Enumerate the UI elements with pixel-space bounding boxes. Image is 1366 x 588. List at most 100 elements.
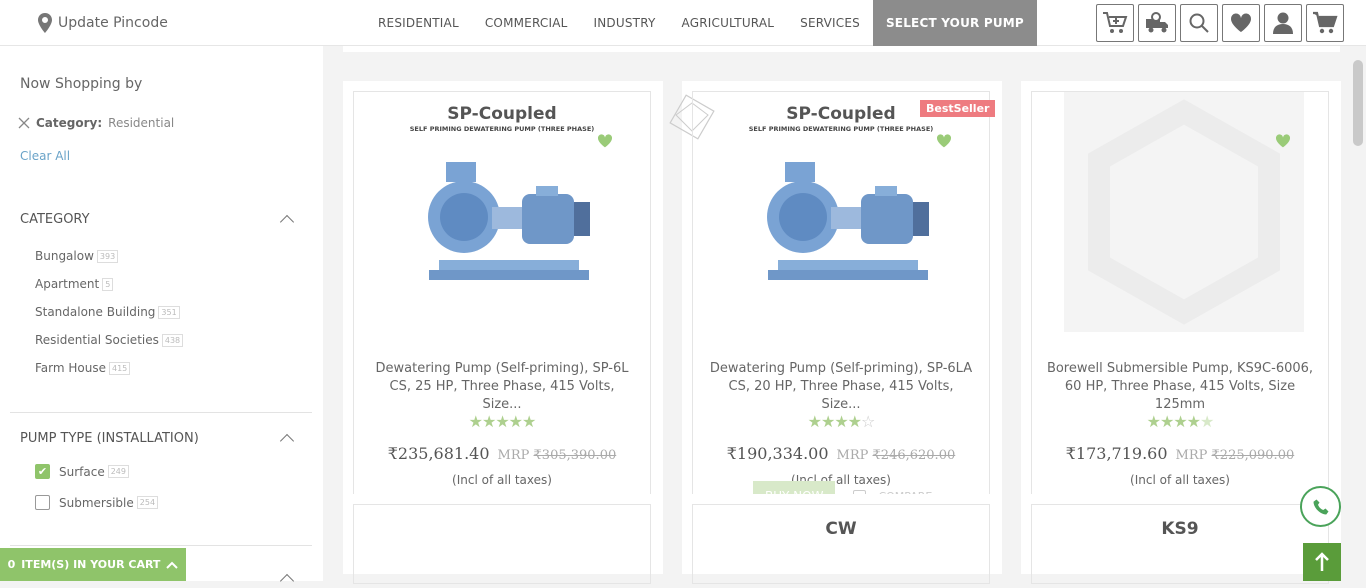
call-button[interactable] <box>1300 486 1341 527</box>
nav-services[interactable]: SERVICES <box>787 0 873 46</box>
price-row: ₹235,681.40 MRP ₹305,390.00 <box>354 444 650 463</box>
pincode-label: Update Pincode <box>58 15 168 31</box>
divider <box>10 412 312 413</box>
toolbar-strip <box>343 46 1340 52</box>
wishlist-button[interactable] <box>1222 4 1260 42</box>
mrp-label: MRP <box>1175 448 1208 463</box>
cart-button[interactable] <box>1306 4 1344 42</box>
back-to-top-button[interactable] <box>1303 543 1341 581</box>
clear-all-link[interactable]: Clear All <box>20 149 70 163</box>
product-subtitle: SELF PRIMING DEWATERING PUMP (THREE PHAS… <box>409 125 595 133</box>
product-name[interactable]: Borewell Submersible Pump, KS9C-6006, 60 … <box>1032 360 1328 414</box>
product-image[interactable] <box>424 162 594 292</box>
product-name-line: 60 HP, Three Phase, 415 Volts, Size 125m… <box>1064 379 1296 412</box>
cart-summary-bar[interactable]: 0 ITEM(S) IN YOUR CART <box>0 548 186 581</box>
wishlist-heart-icon[interactable] <box>936 134 952 148</box>
filter-sidebar: Now Shopping by Category: Residential Cl… <box>0 46 323 588</box>
category-label: Bungalow <box>35 249 94 263</box>
rating-stars: ★★★★☆ <box>807 412 876 431</box>
rating-stars: ★★★★★ <box>468 412 537 431</box>
product-card[interactable]: CW <box>682 494 1002 584</box>
product-subtitle: SELF PRIMING DEWATERING PUMP (THREE PHAS… <box>748 125 934 133</box>
category-count: 438 <box>161 333 184 347</box>
active-filter-value: Residential <box>108 116 175 130</box>
nav-agricultural[interactable]: AGRICULTURAL <box>669 0 788 46</box>
site-header: Update Pincode RESIDENTIAL COMMERCIAL IN… <box>0 0 1366 46</box>
price: ₹173,719.60 <box>1065 444 1168 463</box>
chevron-up-icon <box>279 214 295 230</box>
pump-type-count: 249 <box>107 465 129 478</box>
nav-residential[interactable]: RESIDENTIAL <box>365 0 472 46</box>
price-row: ₹173,719.60 MRP ₹225,090.00 <box>1032 444 1328 463</box>
location-pin-icon <box>38 13 52 33</box>
product-card[interactable]: SP-Coupled SELF PRIMING DEWATERING PUMP … <box>343 81 663 512</box>
category-title: CATEGORY <box>20 211 90 227</box>
delivery-icon <box>1146 12 1168 33</box>
nav-commercial[interactable]: COMMERCIAL <box>472 0 581 46</box>
mrp: MRP ₹305,390.00 <box>498 448 617 463</box>
nav-select-your-pump[interactable]: SELECT YOUR PUMP <box>872 0 1037 46</box>
product-brand: CW <box>825 519 857 539</box>
product-card[interactable]: Borewell Submersible Pump, KS9C-6006, 60 … <box>1021 81 1341 512</box>
product-card-inner: CW <box>692 504 990 584</box>
category-item[interactable]: Bungalow 393 <box>35 242 183 270</box>
product-card[interactable]: SP-Coupled SELF PRIMING DEWATERING PUMP … <box>669 81 1002 512</box>
delivery-button[interactable] <box>1138 4 1176 42</box>
category-item[interactable]: Farm House 415 <box>35 354 183 382</box>
wishlist-heart-icon[interactable] <box>1275 134 1291 148</box>
category-label: Residential Societies <box>35 333 159 347</box>
product-card-inner: SP-Coupled SELF PRIMING DEWATERING PUMP … <box>692 91 996 498</box>
cart-count: 0 <box>7 558 16 571</box>
product-name[interactable]: Dewatering Pump (Self-priming), SP-6LA CS… <box>693 360 989 414</box>
tax-note: (Incl of all taxes) <box>1130 473 1230 487</box>
product-card[interactable]: KS9 <box>1021 494 1341 584</box>
price: ₹235,681.40 <box>387 444 490 463</box>
add-to-cart-icon <box>1103 12 1128 33</box>
pump-type-item[interactable]: ✔ Surface 249 <box>35 456 158 487</box>
mrp-value: ₹305,390.00 <box>533 448 617 463</box>
heart-icon <box>1230 13 1252 33</box>
search-button[interactable] <box>1180 4 1218 42</box>
product-card-inner: KS9 <box>1031 504 1329 584</box>
category-count: 351 <box>158 305 180 319</box>
mrp-value: ₹246,620.00 <box>872 448 956 463</box>
nav-industry[interactable]: INDUSTRY <box>581 0 669 46</box>
category-count: 393 <box>96 249 119 263</box>
active-filter-key: Category: <box>36 116 103 130</box>
category-label: Farm House <box>35 361 106 375</box>
checkbox-unchecked[interactable] <box>35 495 50 510</box>
product-brand: KS9 <box>1161 519 1199 539</box>
add-to-cart-button[interactable] <box>1096 4 1134 42</box>
product-grid: SP-Coupled SELF PRIMING DEWATERING PUMP … <box>323 46 1366 584</box>
product-card[interactable] <box>343 494 663 584</box>
product-image[interactable] <box>763 162 933 292</box>
category-item[interactable]: Residential Societies 438 <box>35 326 184 354</box>
product-name[interactable]: Dewatering Pump (Self-priming), SP-6L CS,… <box>354 360 650 414</box>
category-item[interactable]: Standalone Building 351 <box>35 298 183 326</box>
cart-label: ITEM(S) IN YOUR CART <box>21 558 161 571</box>
account-button[interactable] <box>1264 4 1302 42</box>
bestseller-badge: BestSeller <box>920 100 996 117</box>
tax-note: (Incl of all taxes) <box>452 473 552 487</box>
chevron-up-icon <box>166 561 179 569</box>
product-image-placeholder[interactable] <box>1064 92 1304 332</box>
pump-type-item[interactable]: Submersible 254 <box>35 487 159 518</box>
category-section-header[interactable]: CATEGORY <box>20 211 300 230</box>
mrp-label: MRP <box>836 448 869 463</box>
product-card-inner <box>353 504 651 584</box>
rating-stars: ★★★★★ <box>1146 412 1215 431</box>
remove-filter-icon[interactable] <box>18 117 30 129</box>
checkbox-checked[interactable]: ✔ <box>35 464 50 479</box>
page-scrollbar[interactable] <box>1353 60 1363 146</box>
category-item[interactable]: Apartment 5 <box>35 270 183 298</box>
price: ₹190,334.00 <box>726 444 829 463</box>
main-nav: RESIDENTIAL COMMERCIAL INDUSTRY AGRICULT… <box>365 0 1037 46</box>
divider <box>10 545 312 546</box>
now-shopping-title: Now Shopping by <box>20 76 143 92</box>
wishlist-heart-icon[interactable] <box>597 134 613 148</box>
category-count: 5 <box>102 277 114 291</box>
update-pincode[interactable]: Update Pincode <box>38 13 168 33</box>
product-name-line: CS, 20 HP, Three Phase, 415 Volts, Size.… <box>728 379 954 412</box>
category-label: Standalone Building <box>35 305 156 319</box>
pump-type-section-header[interactable]: PUMP TYPE (INSTALLATION) <box>20 430 300 449</box>
